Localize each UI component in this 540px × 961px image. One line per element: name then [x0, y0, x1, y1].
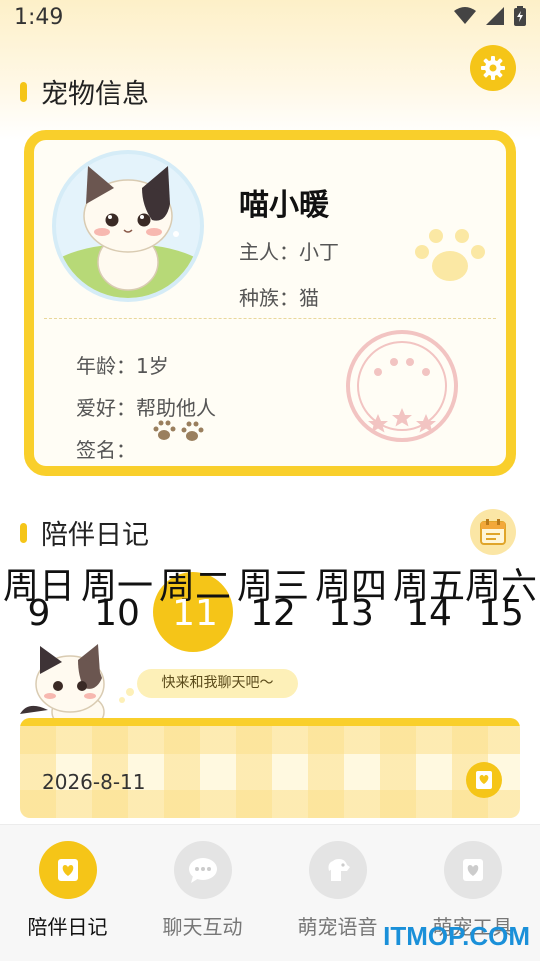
- pet-avatar[interactable]: [52, 150, 204, 302]
- day-item-sun[interactable]: 周日 9: [0, 566, 78, 634]
- tab-icon-circle: [38, 841, 97, 899]
- status-bar: 1:49: [0, 0, 540, 36]
- dog-voice-icon: [328, 859, 350, 881]
- paw-print-icon: [415, 229, 485, 281]
- card-divider: [44, 318, 496, 319]
- status-time: 1:49: [14, 5, 64, 30]
- card-top-strip: [20, 718, 520, 726]
- wifi-icon: [454, 7, 476, 24]
- note-heart-icon: [476, 771, 492, 789]
- section-accent-bar: [20, 81, 27, 102]
- tool-icon: [462, 859, 483, 881]
- diary-header: 陪伴日记: [20, 513, 149, 552]
- pet-age: 年龄：1岁: [76, 354, 169, 378]
- pet-hobby: 爱好：帮助他人: [76, 396, 216, 420]
- tab-icon-circle: [443, 841, 502, 899]
- pet-info-card: 喵小暖 主人：小丁 种族：猫 年龄：1岁 爱好：帮助他人 签名：: [24, 130, 516, 476]
- chat-prompt-bubble[interactable]: 快来和我聊天吧～: [137, 669, 298, 698]
- pet-signature: 签名：: [76, 438, 136, 462]
- diary-entry-date: 2026-8-11: [42, 770, 146, 794]
- pet-species: 种族：猫: [239, 286, 319, 310]
- diary-entry-card[interactable]: 2026-8-11: [20, 718, 520, 818]
- battery-icon: [514, 6, 526, 26]
- site-watermark: ITMOP.COM: [383, 921, 530, 951]
- day-item-tue[interactable]: 周二 11: [156, 566, 234, 634]
- day-item-fri[interactable]: 周五 14: [390, 566, 468, 634]
- calendar-icon: [480, 519, 506, 545]
- tab-icon-circle: [173, 841, 232, 899]
- small-paws-icon: [153, 420, 204, 441]
- status-icons: [454, 6, 526, 26]
- tab-chat[interactable]: 聊天互动: [135, 841, 270, 940]
- pet-name: 喵小暖: [239, 188, 329, 223]
- tab-label: 陪伴日记: [27, 915, 108, 939]
- pet-owner: 主人：小丁: [239, 240, 339, 264]
- day-item-wed[interactable]: 周三 12: [234, 566, 312, 634]
- section-title-diary: 陪伴日记: [41, 520, 149, 551]
- calendar-button[interactable]: [470, 509, 516, 555]
- day-item-mon[interactable]: 周一 10: [78, 566, 156, 634]
- pet-info-header: 宠物信息: [20, 72, 149, 111]
- gear-icon: [481, 56, 505, 80]
- cat-avatar-illustration: [56, 166, 200, 298]
- section-accent-bar: [20, 522, 27, 543]
- section-title-pet-info: 宠物信息: [41, 79, 149, 110]
- tab-label: 聊天互动: [162, 915, 243, 939]
- diary-icon: [57, 859, 78, 881]
- day-item-thu[interactable]: 周四 13: [312, 566, 390, 634]
- week-selector: 周日 9 周一 10 周二 11 周三 12 周四 13 周五 14 周六 15: [0, 566, 540, 646]
- stamp-seal-icon: [346, 330, 458, 442]
- edit-diary-button[interactable]: [466, 762, 502, 798]
- signal-icon: [486, 7, 504, 25]
- tab-diary[interactable]: 陪伴日记: [0, 841, 135, 940]
- chat-icon: [188, 858, 217, 883]
- tab-icon-circle: [308, 841, 367, 899]
- day-item-sat[interactable]: 周六 15: [462, 566, 540, 634]
- settings-button[interactable]: [470, 45, 516, 91]
